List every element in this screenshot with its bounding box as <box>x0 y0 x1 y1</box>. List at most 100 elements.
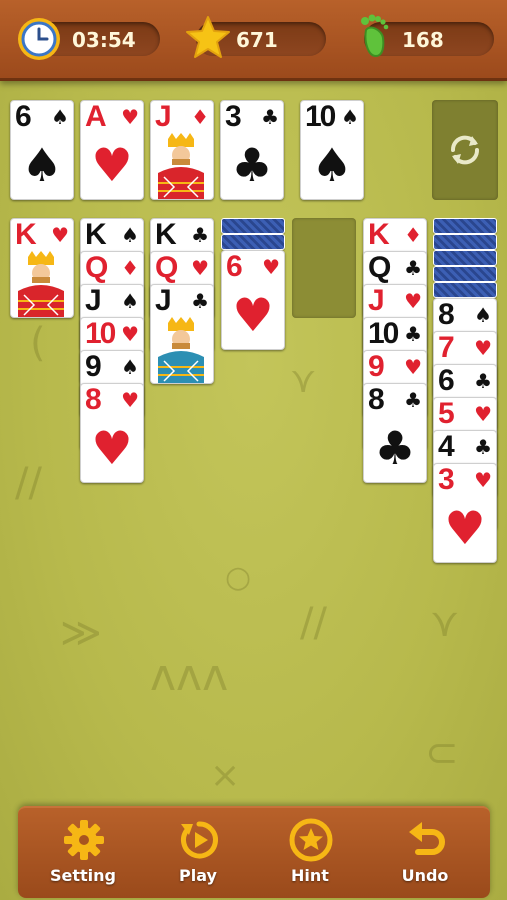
felt-decoration: ⊂ <box>425 730 459 776</box>
felt-decoration: // <box>300 600 327 646</box>
stock-pile[interactable] <box>432 100 498 200</box>
card-rank: 8 <box>368 383 385 416</box>
recycle-icon <box>450 135 480 165</box>
face-card-art <box>18 251 64 317</box>
moves-panel: 168 <box>361 14 494 58</box>
play-label: Play <box>179 866 217 885</box>
face-down-card <box>433 234 497 250</box>
card-suit: ♣ <box>474 435 492 459</box>
card-rank: K <box>85 218 107 251</box>
card-rank: 9 <box>368 350 385 383</box>
playing-card[interactable]: 3 ♣ ♣ <box>220 100 284 200</box>
card-suit: ♠ <box>474 303 492 327</box>
felt-decoration: ≫ <box>60 610 102 656</box>
card-rank: 3 <box>438 463 455 496</box>
card-suit: ♣ <box>191 289 209 313</box>
card-rank: J <box>155 284 172 317</box>
card-rank: K <box>368 218 390 251</box>
playing-card[interactable]: 6 ♥ ♥ <box>221 250 285 350</box>
felt-decoration: // <box>15 460 42 506</box>
felt-decoration: ⋎ <box>290 360 317 401</box>
card-rank: Q <box>368 251 391 284</box>
felt-decoration: ʌʌʌ <box>150 650 229 701</box>
card-rank: 7 <box>438 331 455 364</box>
card-suit: ♠ <box>51 105 69 129</box>
card-center-suit: ♠ <box>311 138 353 192</box>
card-suit: ♥ <box>51 223 69 247</box>
face-down-card <box>433 266 497 282</box>
card-center-suit: ♥ <box>91 138 133 192</box>
score-panel: 671 <box>186 16 326 58</box>
card-suit: ♣ <box>474 369 492 393</box>
play-button[interactable]: Play <box>153 816 243 894</box>
card-suit: ♥ <box>404 355 422 379</box>
hint-label: Hint <box>291 866 329 885</box>
card-suit: ♥ <box>121 105 139 129</box>
card-suit: ♠ <box>121 289 139 313</box>
face-down-card <box>221 218 285 234</box>
card-rank: 6 <box>226 250 243 283</box>
face-card-art <box>158 133 204 199</box>
playing-card[interactable]: J ♣ <box>150 284 214 384</box>
card-rank: 6 <box>15 100 32 133</box>
card-rank: J <box>368 284 385 317</box>
playing-card[interactable]: K ♥ <box>10 218 74 318</box>
playing-card[interactable]: 6 ♠ ♠ <box>10 100 74 200</box>
playing-card[interactable]: J ♦ <box>150 100 214 200</box>
face-down-card <box>433 250 497 266</box>
card-suit: ♥ <box>121 388 139 412</box>
playing-card[interactable]: 3 ♥ ♥ <box>433 463 497 563</box>
score-value: 671 <box>236 28 278 52</box>
felt-decoration: ( <box>30 320 46 366</box>
status-bar: 03:54 671 168 <box>0 0 507 81</box>
card-rank: Q <box>155 251 178 284</box>
setting-label: Setting <box>50 866 116 885</box>
card-suit: ♣ <box>191 223 209 247</box>
playing-card[interactable]: 8 ♣ ♣ <box>363 383 427 483</box>
playing-card[interactable]: 8 ♥ ♥ <box>80 383 144 483</box>
card-suit: ♣ <box>404 388 422 412</box>
new-game-icon <box>181 821 218 859</box>
card-center-suit: ♥ <box>232 288 274 342</box>
playing-card[interactable]: 10 ♠ ♠ <box>300 100 364 200</box>
card-rank: 10 <box>85 317 116 350</box>
card-suit: ♥ <box>474 402 492 426</box>
card-suit: ♥ <box>191 256 209 280</box>
face-down-card <box>433 282 497 298</box>
card-rank: K <box>15 218 37 251</box>
star-icon <box>186 16 230 58</box>
felt-decoration: ○ <box>225 560 252 595</box>
card-suit: ♦ <box>191 105 209 129</box>
gear-icon <box>64 820 104 860</box>
clock-icon <box>18 18 60 60</box>
card-rank: 4 <box>438 430 455 463</box>
card-suit: ♦ <box>121 256 139 280</box>
setting-button[interactable]: Setting <box>38 816 128 894</box>
card-suit: ♣ <box>404 256 422 280</box>
card-suit: ♣ <box>404 322 422 346</box>
card-center-suit: ♥ <box>444 501 486 555</box>
hint-button[interactable]: Hint <box>265 816 355 894</box>
face-down-card <box>433 218 497 234</box>
hint-star-icon <box>289 818 333 862</box>
card-rank: Q <box>85 251 108 284</box>
undo-button[interactable]: Undo <box>380 816 470 894</box>
card-suit: ♠ <box>121 355 139 379</box>
card-suit: ♥ <box>474 468 492 492</box>
card-suit: ♥ <box>474 336 492 360</box>
card-rank: 10 <box>305 100 336 133</box>
undo-arrow-icon <box>409 822 445 855</box>
card-rank: J <box>155 100 172 133</box>
card-rank: 8 <box>85 383 102 416</box>
playing-card[interactable]: A ♥ ♥ <box>80 100 144 200</box>
card-rank: A <box>85 100 107 133</box>
timer-panel: 03:54 <box>18 18 160 60</box>
face-down-card <box>221 234 285 250</box>
card-center-suit: ♣ <box>374 421 416 475</box>
card-suit: ♠ <box>121 223 139 247</box>
empty-tableau-slot[interactable] <box>292 218 356 318</box>
undo-label: Undo <box>401 866 449 885</box>
card-rank: J <box>85 284 102 317</box>
card-rank: K <box>155 218 177 251</box>
card-rank: 10 <box>368 317 399 350</box>
